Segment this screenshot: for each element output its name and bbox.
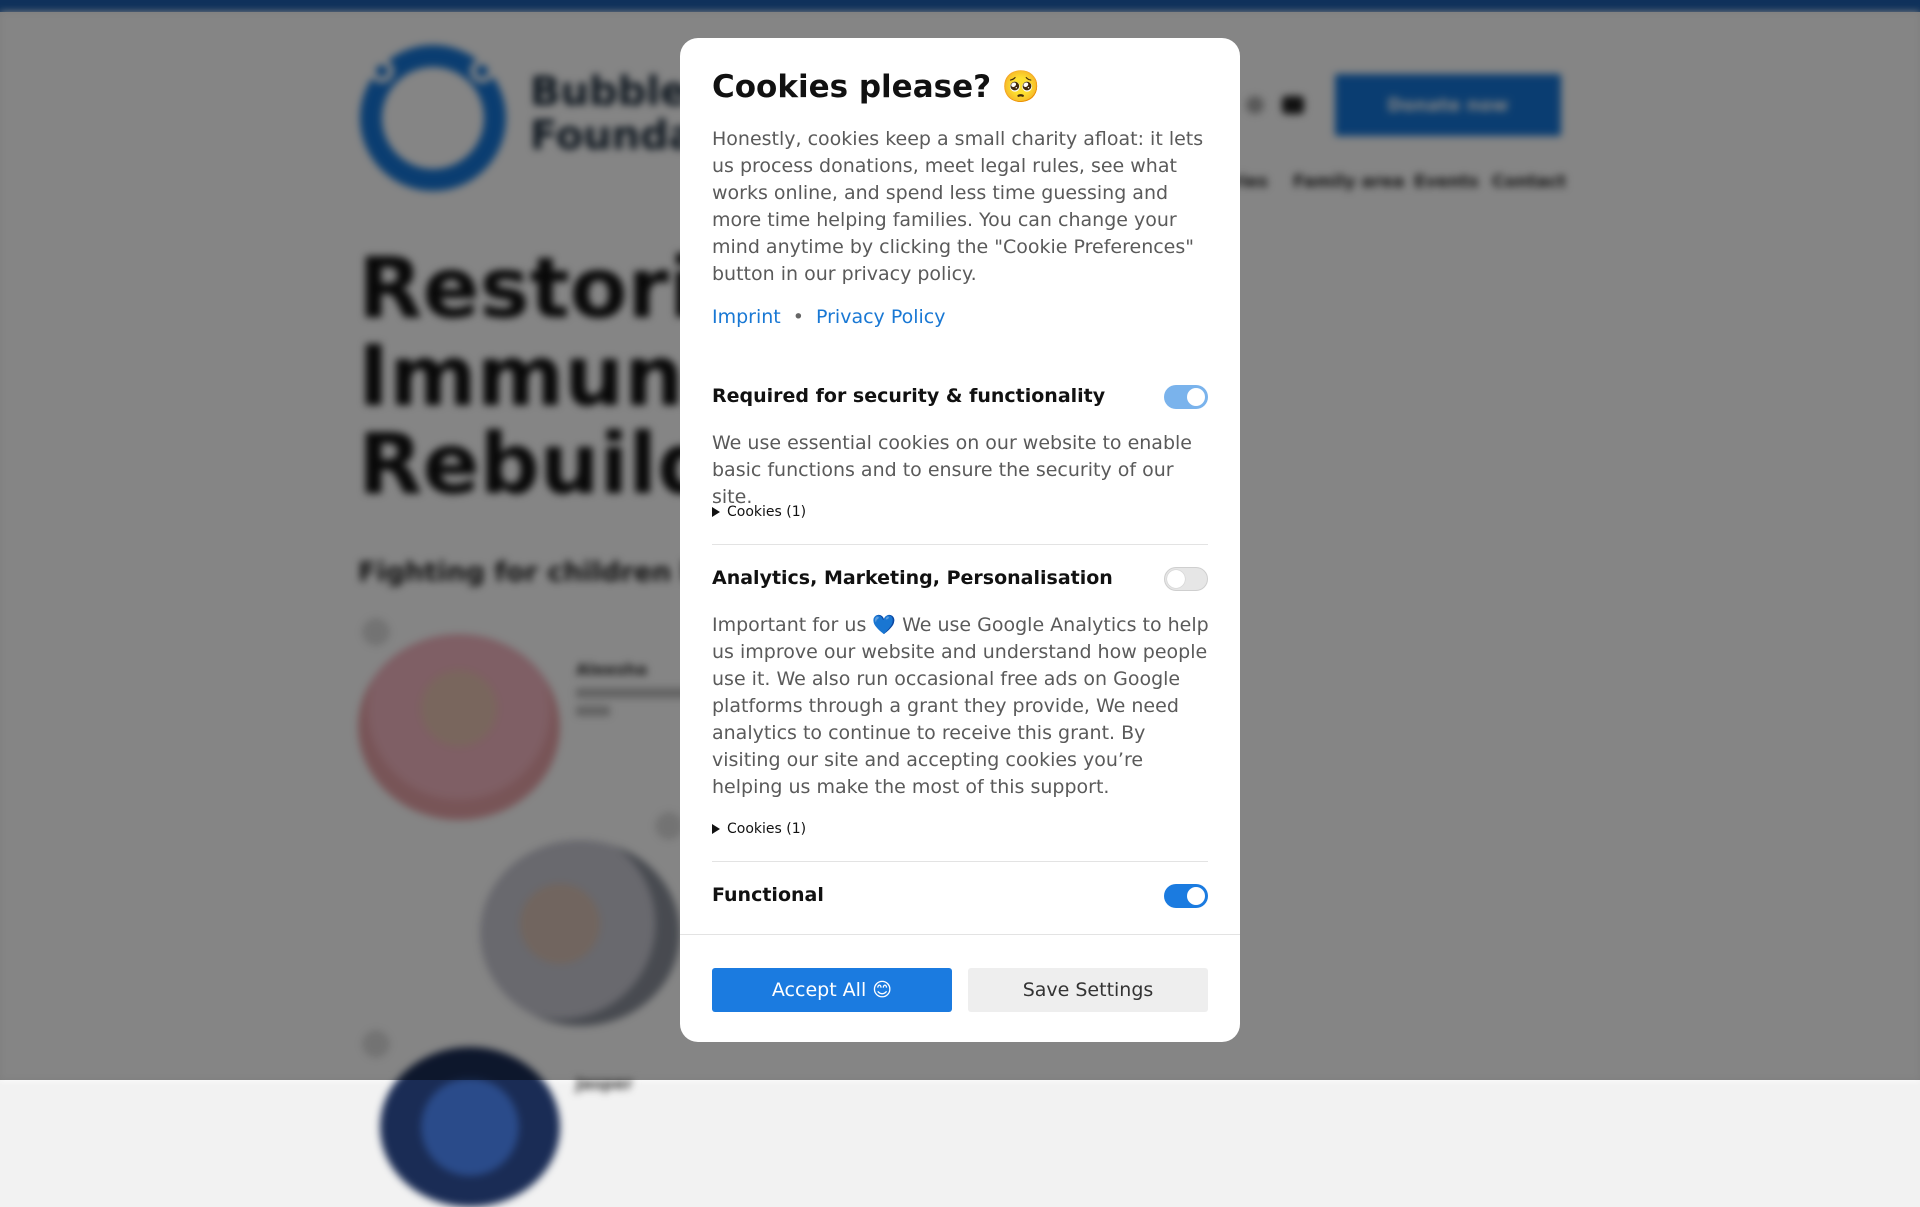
toggle-functional[interactable] <box>1164 884 1208 908</box>
section-divider <box>712 544 1208 545</box>
disclosure-triangle-icon <box>712 824 720 834</box>
cookies-details-required[interactable]: Cookies (1) <box>712 504 806 520</box>
toggle-knob <box>1187 887 1205 905</box>
toggle-analytics[interactable] <box>1164 567 1208 591</box>
cookie-consent-dialog: Cookies please? 🥺 Honestly, cookies keep… <box>680 38 1240 1042</box>
section-desc-analytics: Important for us 💙 We use Google Analyti… <box>712 614 1209 798</box>
cookies-details-analytics[interactable]: Cookies (1) <box>712 821 806 837</box>
toggle-required <box>1164 385 1208 409</box>
dialog-intro-text: Honestly, cookies keep a small charity a… <box>712 128 1204 285</box>
link-separator: • <box>792 306 804 328</box>
details-label: Cookies (1) <box>727 504 807 520</box>
save-settings-button[interactable]: Save Settings <box>968 968 1208 1012</box>
accept-all-button[interactable]: Accept All 😊 <box>712 968 952 1012</box>
imprint-link[interactable]: Imprint <box>712 306 781 328</box>
section-desc-required: We use essential cookies on our website … <box>712 432 1192 508</box>
disclosure-triangle-icon <box>712 507 720 517</box>
section-divider <box>712 861 1208 862</box>
section-title-analytics: Analytics, Marketing, Personalisation <box>712 567 1113 589</box>
toggle-knob <box>1187 388 1205 406</box>
footer-divider <box>680 934 1240 935</box>
section-title-required: Required for security & functionality <box>712 385 1106 407</box>
privacy-policy-link[interactable]: Privacy Policy <box>816 306 945 328</box>
legal-links: Imprint • Privacy Policy <box>712 306 945 328</box>
section-title-functional: Functional <box>712 884 824 906</box>
toggle-knob <box>1167 570 1185 588</box>
details-label: Cookies (1) <box>727 821 807 837</box>
dialog-title: Cookies please? 🥺 <box>712 69 1041 105</box>
